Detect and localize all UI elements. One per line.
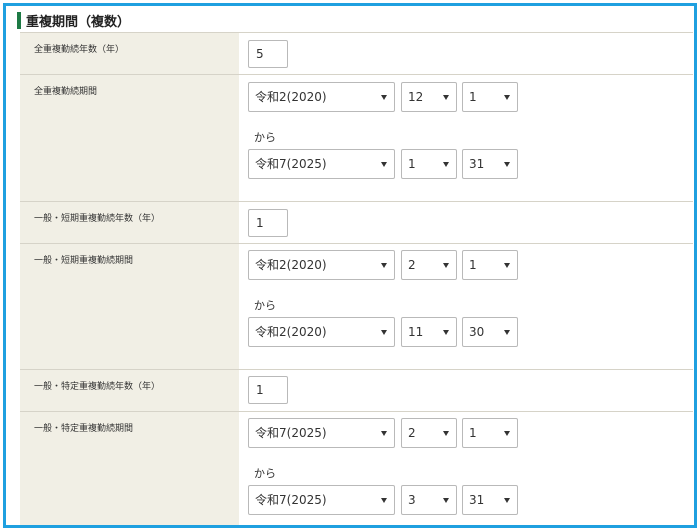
field-label: 一般・短期重複勤続期間: [20, 244, 239, 370]
range-separator: から: [254, 467, 276, 480]
to-month-select[interactable]: 3: [401, 485, 457, 515]
to-era-select[interactable]: 令和7(2025): [248, 485, 395, 515]
chevron-down-icon: [504, 330, 510, 335]
title-marker: [17, 11, 21, 29]
chevron-down-icon: [381, 162, 387, 167]
from-era-select[interactable]: 令和2(2020): [248, 82, 395, 112]
form-row-short-period: 一般・短期重複勤続期間 令和2(2020) 2 1 から 令和2(2020) 1…: [20, 243, 693, 370]
to-era-select[interactable]: 令和7(2025): [248, 149, 395, 179]
section-title: 重複期間（複数）: [26, 14, 131, 30]
chevron-down-icon: [381, 330, 387, 335]
chevron-down-icon: [443, 330, 449, 335]
form-row-short-years: 一般・短期重複勤続年数（年） 1: [20, 201, 693, 244]
form-row-specific-years: 一般・特定重複勤続年数（年） 1: [20, 369, 693, 412]
value-cell: 令和7(2025) 2 1 から 令和7(2025) 3 31: [239, 412, 693, 525]
from-day-select[interactable]: 1: [462, 418, 518, 448]
value-cell: 1: [239, 370, 693, 412]
chevron-down-icon: [504, 162, 510, 167]
to-day-select[interactable]: 30: [462, 317, 518, 347]
chevron-down-icon: [381, 263, 387, 268]
from-era-select[interactable]: 令和7(2025): [248, 418, 395, 448]
chevron-down-icon: [443, 95, 449, 100]
short-years-input[interactable]: 1: [248, 209, 288, 237]
value-cell: 5: [239, 33, 693, 75]
from-month-select[interactable]: 2: [401, 250, 457, 280]
range-separator: から: [254, 131, 276, 144]
field-label: 全重複勤続期間: [20, 75, 239, 202]
from-month-select[interactable]: 12: [401, 82, 457, 112]
chevron-down-icon: [504, 263, 510, 268]
from-era-select[interactable]: 令和2(2020): [248, 250, 395, 280]
form-row-specific-period: 一般・特定重複勤続期間 令和7(2025) 2 1 から 令和7(2025) 3…: [20, 411, 693, 525]
field-label: 一般・特定重複勤続年数（年）: [20, 370, 239, 412]
field-label: 一般・特定重複勤続期間: [20, 412, 239, 525]
to-day-select[interactable]: 31: [462, 485, 518, 515]
chevron-down-icon: [443, 498, 449, 503]
total-years-input[interactable]: 5: [248, 40, 288, 68]
to-era-select[interactable]: 令和2(2020): [248, 317, 395, 347]
to-month-select[interactable]: 11: [401, 317, 457, 347]
chevron-down-icon: [443, 263, 449, 268]
chevron-down-icon: [504, 95, 510, 100]
chevron-down-icon: [443, 162, 449, 167]
value-cell: 令和2(2020) 2 1 から 令和2(2020) 11 30: [239, 244, 693, 370]
from-day-select[interactable]: 1: [462, 82, 518, 112]
to-day-select[interactable]: 31: [462, 149, 518, 179]
value-cell: 令和2(2020) 12 1 から 令和7(2025) 1 31: [239, 75, 693, 202]
chevron-down-icon: [443, 431, 449, 436]
chevron-down-icon: [381, 431, 387, 436]
range-separator: から: [254, 299, 276, 312]
to-month-select[interactable]: 1: [401, 149, 457, 179]
chevron-down-icon: [504, 498, 510, 503]
field-label: 一般・短期重複勤続年数（年）: [20, 202, 239, 244]
chevron-down-icon: [381, 498, 387, 503]
chevron-down-icon: [381, 95, 387, 100]
from-month-select[interactable]: 2: [401, 418, 457, 448]
form-row-total-period: 全重複勤続期間 令和2(2020) 12 1 から 令和7(2025) 1 31: [20, 74, 693, 202]
field-label: 全重複勤続年数（年）: [20, 33, 239, 75]
form-row-total-years: 全重複勤続年数（年） 5: [20, 32, 693, 75]
specific-years-input[interactable]: 1: [248, 376, 288, 404]
screenshot-frame: 重複期間（複数） 全重複勤続年数（年） 5 全重複勤続期間 令和2(2020) …: [3, 3, 697, 528]
section-header: 重複期間（複数）: [17, 11, 131, 30]
from-day-select[interactable]: 1: [462, 250, 518, 280]
value-cell: 1: [239, 202, 693, 244]
chevron-down-icon: [504, 431, 510, 436]
